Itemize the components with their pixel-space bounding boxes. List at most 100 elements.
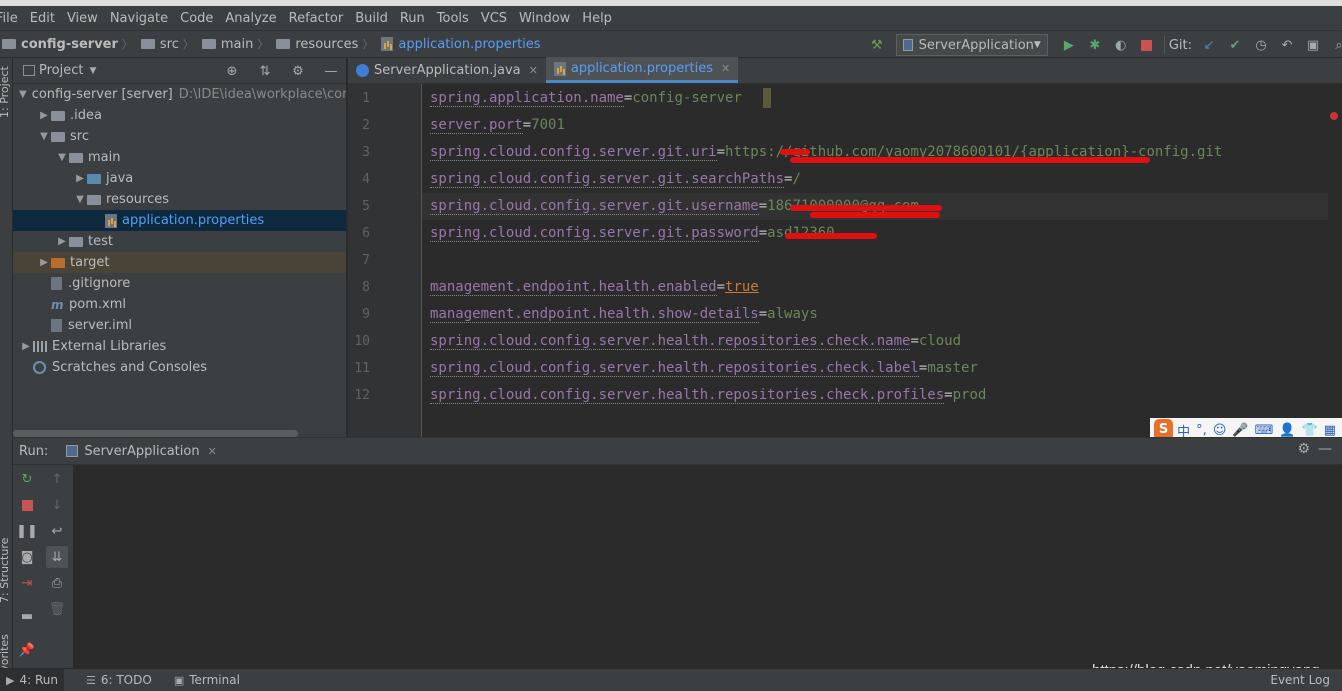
settings-gear-icon[interactable]: ⚙ bbox=[287, 64, 309, 79]
build-hammer-icon[interactable]: ⚒ bbox=[866, 34, 888, 56]
keyboard-icon[interactable]: ⌨ bbox=[1255, 423, 1274, 438]
tab-application-properties[interactable]: application.properties ✕ bbox=[545, 57, 739, 83]
exit-icon[interactable]: ⇥ bbox=[16, 572, 38, 594]
rerun-icon[interactable]: ↻ bbox=[16, 468, 38, 490]
locate-file-icon[interactable]: ⊕ bbox=[221, 64, 243, 79]
down-arrow-icon[interactable]: ↓ bbox=[46, 494, 68, 516]
structure-tool-tab[interactable]: 7: Structure bbox=[0, 538, 11, 603]
vcs-history-icon[interactable]: ◷ bbox=[1250, 34, 1272, 56]
tree-item[interactable]: Scratches and Consoles bbox=[13, 357, 346, 378]
code-line[interactable]: server.port=7001 bbox=[430, 112, 565, 139]
print-icon[interactable]: ⎙ bbox=[46, 572, 68, 594]
code-line[interactable]: spring.cloud.config.server.health.reposi… bbox=[430, 355, 978, 382]
tree-item[interactable]: ▶ .idea bbox=[13, 105, 346, 126]
expanded-arrow-icon[interactable]: ▼ bbox=[55, 152, 69, 163]
menu-item-navigate[interactable]: Navigate bbox=[104, 11, 174, 26]
menu-item-tools[interactable]: Tools bbox=[431, 11, 475, 26]
event-log-button[interactable]: Event Log bbox=[1270, 673, 1330, 687]
tree-item[interactable]: ▶ java bbox=[13, 168, 346, 189]
skin-icon[interactable]: 👕 bbox=[1302, 423, 1318, 438]
breadcrumb-item[interactable]: resources 〉 bbox=[276, 36, 377, 52]
layout-icon[interactable]: ▬ bbox=[16, 605, 38, 627]
code-line[interactable]: management.endpoint.health.show-details=… bbox=[430, 301, 818, 328]
tree-item[interactable]: .gitignore bbox=[13, 273, 346, 294]
collapse-all-icon[interactable]: ⇅ bbox=[254, 64, 276, 79]
pin-icon[interactable]: 📌 bbox=[16, 639, 38, 661]
menu-item-run[interactable]: Run bbox=[394, 11, 431, 26]
debug-icon[interactable]: ✱ bbox=[1084, 34, 1106, 56]
menu-item-refactor[interactable]: Refactor bbox=[283, 11, 350, 26]
stop-icon[interactable] bbox=[1136, 34, 1158, 56]
code-line[interactable]: spring.cloud.config.server.health.reposi… bbox=[430, 328, 961, 355]
tree-item[interactable]: m pom.xml bbox=[13, 294, 346, 315]
punctuation-icon[interactable]: °, bbox=[1196, 423, 1207, 438]
tree-item[interactable]: ▼ main bbox=[13, 147, 346, 168]
menu-item-view[interactable]: View bbox=[61, 11, 104, 26]
tree-item[interactable]: application.properties bbox=[13, 210, 346, 231]
collapsed-arrow-icon[interactable]: ▶ bbox=[37, 257, 51, 268]
run-configuration-selector[interactable]: ServerApplication ▼ bbox=[895, 34, 1048, 56]
project-view-selector[interactable]: Project bbox=[39, 63, 83, 78]
trash-icon[interactable]: 🗑 bbox=[46, 598, 68, 620]
tools-icon[interactable]: ▦ bbox=[1324, 423, 1336, 438]
tree-item[interactable]: ▶ test bbox=[13, 231, 346, 252]
emoji-icon[interactable]: ☺ bbox=[1213, 423, 1227, 438]
code-editor[interactable]: spring.application.name=config-server ser… bbox=[422, 84, 1342, 437]
collapsed-arrow-icon[interactable]: ▶ bbox=[55, 236, 69, 247]
hide-panel-icon[interactable]: — bbox=[320, 64, 342, 79]
breadcrumb-item[interactable]: application.properties bbox=[381, 37, 541, 52]
expanded-arrow-icon[interactable]: ▼ bbox=[19, 89, 27, 100]
menu-item-vcs[interactable]: VCS bbox=[475, 11, 513, 26]
camera-icon[interactable]: ◙ bbox=[16, 546, 38, 568]
chevron-down-icon[interactable]: ▼ bbox=[89, 66, 96, 76]
tab-server-application-java[interactable]: ServerApplication.java ✕ bbox=[348, 57, 546, 83]
collapsed-arrow-icon[interactable]: ▶ bbox=[19, 341, 33, 352]
close-icon[interactable]: ✕ bbox=[721, 62, 730, 75]
menu-item-window[interactable]: Window bbox=[513, 11, 576, 26]
menu-item-edit[interactable]: Edit bbox=[24, 11, 61, 26]
code-line[interactable]: spring.cloud.config.server.git.password=… bbox=[430, 220, 835, 247]
tool-tab-terminal[interactable]: ▣ Terminal bbox=[174, 673, 240, 687]
stop-icon[interactable] bbox=[16, 494, 38, 516]
tree-item[interactable]: ▼ src bbox=[13, 126, 346, 147]
soft-wrap-icon[interactable]: ↩ bbox=[46, 520, 68, 542]
collapsed-arrow-icon[interactable]: ▶ bbox=[73, 173, 87, 184]
breadcrumb-item[interactable]: src 〉 bbox=[140, 36, 198, 52]
breadcrumb-item[interactable]: config-server 〉 bbox=[2, 36, 137, 52]
collapsed-arrow-icon[interactable]: ▶ bbox=[37, 110, 51, 121]
breadcrumb-item[interactable]: main 〉 bbox=[201, 36, 272, 52]
expanded-arrow-icon[interactable]: ▼ bbox=[37, 131, 51, 142]
tree-item[interactable]: ▼ config-server [server] D:\IDE\idea\workp… bbox=[13, 84, 346, 105]
revert-icon[interactable]: ↶ bbox=[1276, 34, 1298, 56]
console-output[interactable] bbox=[73, 465, 1342, 668]
settings-gear-icon[interactable]: ⚙ bbox=[1297, 441, 1310, 457]
run-tab-server-application[interactable]: ServerApplication ✕ bbox=[66, 444, 217, 459]
user-icon[interactable]: 👤 bbox=[1279, 423, 1295, 438]
search-everywhere-icon[interactable]: ⌕ bbox=[1328, 34, 1342, 56]
tool-tab-run[interactable]: ▶ 4: Run bbox=[0, 668, 64, 691]
run-coverage-icon[interactable]: ◐ bbox=[1110, 34, 1132, 56]
close-icon[interactable]: ✕ bbox=[529, 64, 538, 77]
menu-item-code[interactable]: Code bbox=[174, 11, 219, 26]
tool-tab-todo[interactable]: ☰ 6: TODO bbox=[86, 673, 152, 687]
menu-item-help[interactable]: Help bbox=[576, 11, 618, 26]
vcs-update-icon[interactable]: ↙ bbox=[1198, 34, 1220, 56]
error-indicator-icon[interactable] bbox=[1330, 112, 1338, 120]
up-arrow-icon[interactable]: ↑ bbox=[46, 468, 68, 490]
project-structure-icon[interactable]: ▣ bbox=[1302, 34, 1324, 56]
code-line[interactable]: spring.cloud.config.server.health.reposi… bbox=[430, 382, 986, 409]
tree-item[interactable]: server.iml bbox=[13, 315, 346, 336]
code-line[interactable]: spring.application.name=config-server bbox=[430, 85, 742, 112]
hide-panel-icon[interactable]: — bbox=[1318, 441, 1332, 457]
run-icon[interactable]: ▶ bbox=[1058, 34, 1080, 56]
horizontal-scrollbar[interactable] bbox=[13, 430, 298, 437]
vcs-commit-icon[interactable]: ✔ bbox=[1224, 34, 1246, 56]
close-icon[interactable]: ✕ bbox=[208, 445, 217, 458]
tree-item[interactable]: ▼ resources bbox=[13, 189, 346, 210]
microphone-icon[interactable]: 🎤 bbox=[1232, 423, 1248, 438]
tree-item[interactable]: ▶ target bbox=[13, 252, 346, 273]
code-line[interactable]: spring.cloud.config.server.git.searchPat… bbox=[430, 166, 801, 193]
menu-item-analyze[interactable]: Analyze bbox=[219, 11, 282, 26]
pause-icon[interactable]: ❚❚ bbox=[16, 520, 38, 542]
tree-item[interactable]: ▶ External Libraries bbox=[13, 336, 346, 357]
